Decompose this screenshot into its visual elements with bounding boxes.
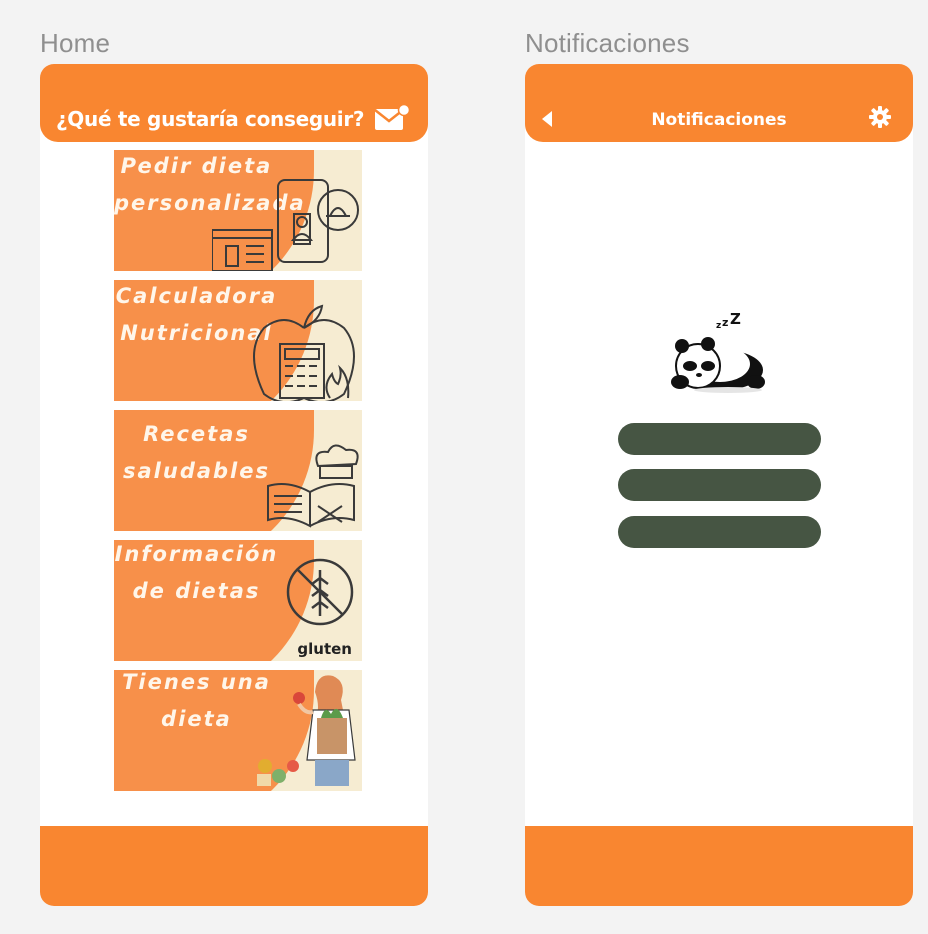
phone-order-icon: [212, 179, 359, 271]
svg-text:z: z: [716, 321, 721, 331]
sleeping-panda-icon: z z Z: [668, 310, 768, 399]
frame-label-notificaciones: Notificaciones: [525, 28, 690, 58]
page-title: ¿Qué te gustaría conseguir?: [56, 107, 365, 131]
apple-calculator-icon: [253, 304, 355, 401]
svg-text:z: z: [722, 316, 728, 329]
card-pedir-dieta[interactable]: Pedir dieta personalizada: [114, 150, 362, 271]
gear-icon[interactable]: [869, 106, 891, 133]
options-list: Pedir dieta personalizada Calculadora Nu…: [114, 150, 362, 800]
notifications-header: Notificaciones: [525, 64, 913, 142]
notifications-footer: [525, 826, 913, 906]
placeholder-bar: [618, 516, 821, 548]
notifications-screen: Notificaciones z z Z: [525, 64, 913, 906]
gluten-badge: gluten: [297, 640, 352, 658]
home-footer: [40, 826, 428, 906]
recipe-book-icon: [267, 444, 359, 528]
frame-label-home: Home: [40, 28, 111, 58]
card-title: Recetas saludables: [123, 422, 270, 483]
svg-text:Z: Z: [730, 312, 741, 328]
home-screen: ¿Qué te gustaría conseguir? Pedir dieta …: [40, 64, 428, 906]
card-informacion-dietas[interactable]: Información de dietas gluten: [114, 540, 362, 661]
woman-groceries-icon: [257, 675, 356, 786]
placeholder-bar: [618, 423, 821, 455]
page-title: Notificaciones: [651, 110, 787, 130]
card-title: Información de dietas: [114, 542, 279, 603]
mail-icon[interactable]: [374, 103, 411, 137]
home-header: ¿Qué te gustaría conseguir?: [40, 64, 428, 142]
card-calculadora[interactable]: Calculadora Nutricional: [114, 280, 362, 401]
card-tienes-dieta[interactable]: Tienes una dieta: [114, 670, 362, 791]
card-recetas[interactable]: Recetas saludables: [114, 410, 362, 531]
placeholder-bar: [618, 469, 821, 501]
